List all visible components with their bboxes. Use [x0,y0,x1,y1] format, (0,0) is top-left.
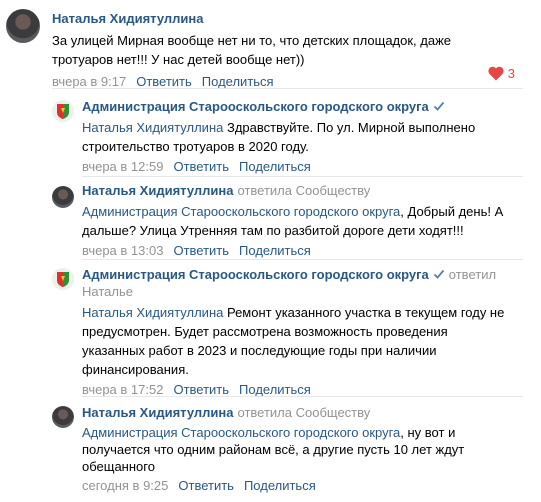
share-button[interactable]: Поделиться [239,382,311,397]
reply-comment: Администрация Старооскольского городског… [0,96,541,176]
avatar[interactable] [52,268,74,290]
avatar[interactable] [52,186,74,208]
comment-author[interactable]: Наталья Хидиятуллина [82,183,234,198]
top-comment: Наталья Хидиятуллина За улицей Мирная во… [0,0,541,89]
comment-text: Администрация Старооскольского городског… [82,425,465,474]
comment-time[interactable]: вчера в 17:52 [82,382,163,397]
reply-button[interactable]: Ответить [173,382,229,397]
like-count: 3 [507,66,515,81]
comment-author[interactable]: Наталья Хидиятуллина [52,11,204,26]
mention-link[interactable]: Наталья Хидиятуллина [82,305,223,320]
comment-time[interactable]: вчера в 9:17 [52,74,126,89]
share-button[interactable]: Поделиться [202,74,274,89]
reply-button[interactable]: Ответить [178,478,234,493]
share-button[interactable]: Поделиться [244,478,316,493]
replied-to-name[interactable]: Наталье [82,284,133,299]
divider [82,259,523,260]
replied-to[interactable]: ответила Сообществу [238,183,371,198]
reply-button[interactable]: Ответить [173,243,229,258]
replied-to[interactable]: ответил [449,267,496,282]
replied-to[interactable]: ответила Сообществу [238,405,371,420]
comment-author[interactable]: Администрация Старооскольского городског… [82,99,429,114]
verified-icon [433,101,444,111]
coat-of-arms-icon [52,268,74,290]
reply-comment: Наталья Хидиятуллина ответила Сообществу … [0,402,541,502]
heart-icon [488,66,504,81]
reply-button[interactable]: Ответить [136,74,192,89]
reply-comment: Наталья Хидиятуллина ответила Сообществу … [0,180,541,260]
avatar[interactable] [6,9,40,43]
comment-time[interactable]: сегодня в 9:25 [82,478,168,493]
verified-icon [433,269,444,279]
comment-author[interactable]: Наталья Хидиятуллина [82,405,234,420]
comment-text: Администрация Старооскольского городског… [82,204,504,238]
divider [82,396,523,397]
coat-of-arms-icon [52,100,74,122]
share-button[interactable]: Поделиться [239,243,311,258]
comment-time[interactable]: вчера в 12:59 [82,159,163,174]
avatar[interactable] [52,406,74,428]
divider [82,176,523,177]
comment-author[interactable]: Администрация Старооскольского городског… [82,267,429,282]
comment-time[interactable]: вчера в 13:03 [82,243,163,258]
comment-meta: сегодня в 9:25 Ответить Поделиться [82,477,523,494]
reply-button[interactable]: Ответить [173,159,229,174]
comment-text: Наталья Хидиятуллина Здравствуйте. По ул… [82,120,476,154]
mention-link[interactable]: Наталья Хидиятуллина [82,120,223,135]
reply-comment: Администрация Старооскольского городског… [0,264,541,397]
comment-meta: вчера в 13:03 Ответить Поделиться [82,242,523,259]
like-button[interactable]: 3 [488,66,515,81]
divider [52,88,523,89]
share-button[interactable]: Поделиться [239,159,311,174]
comment-text: Наталья Хидиятуллина Ремонт указанного у… [82,305,505,377]
comment-meta: вчера в 12:59 Ответить Поделиться [82,158,523,175]
mention-link[interactable]: Администрация Старооскольского городског… [82,204,400,219]
comment-text: За улицей Мирная вообще нет ни то, что д… [52,33,452,67]
avatar[interactable] [52,100,74,122]
mention-link[interactable]: Администрация Старооскольского городског… [82,425,400,440]
